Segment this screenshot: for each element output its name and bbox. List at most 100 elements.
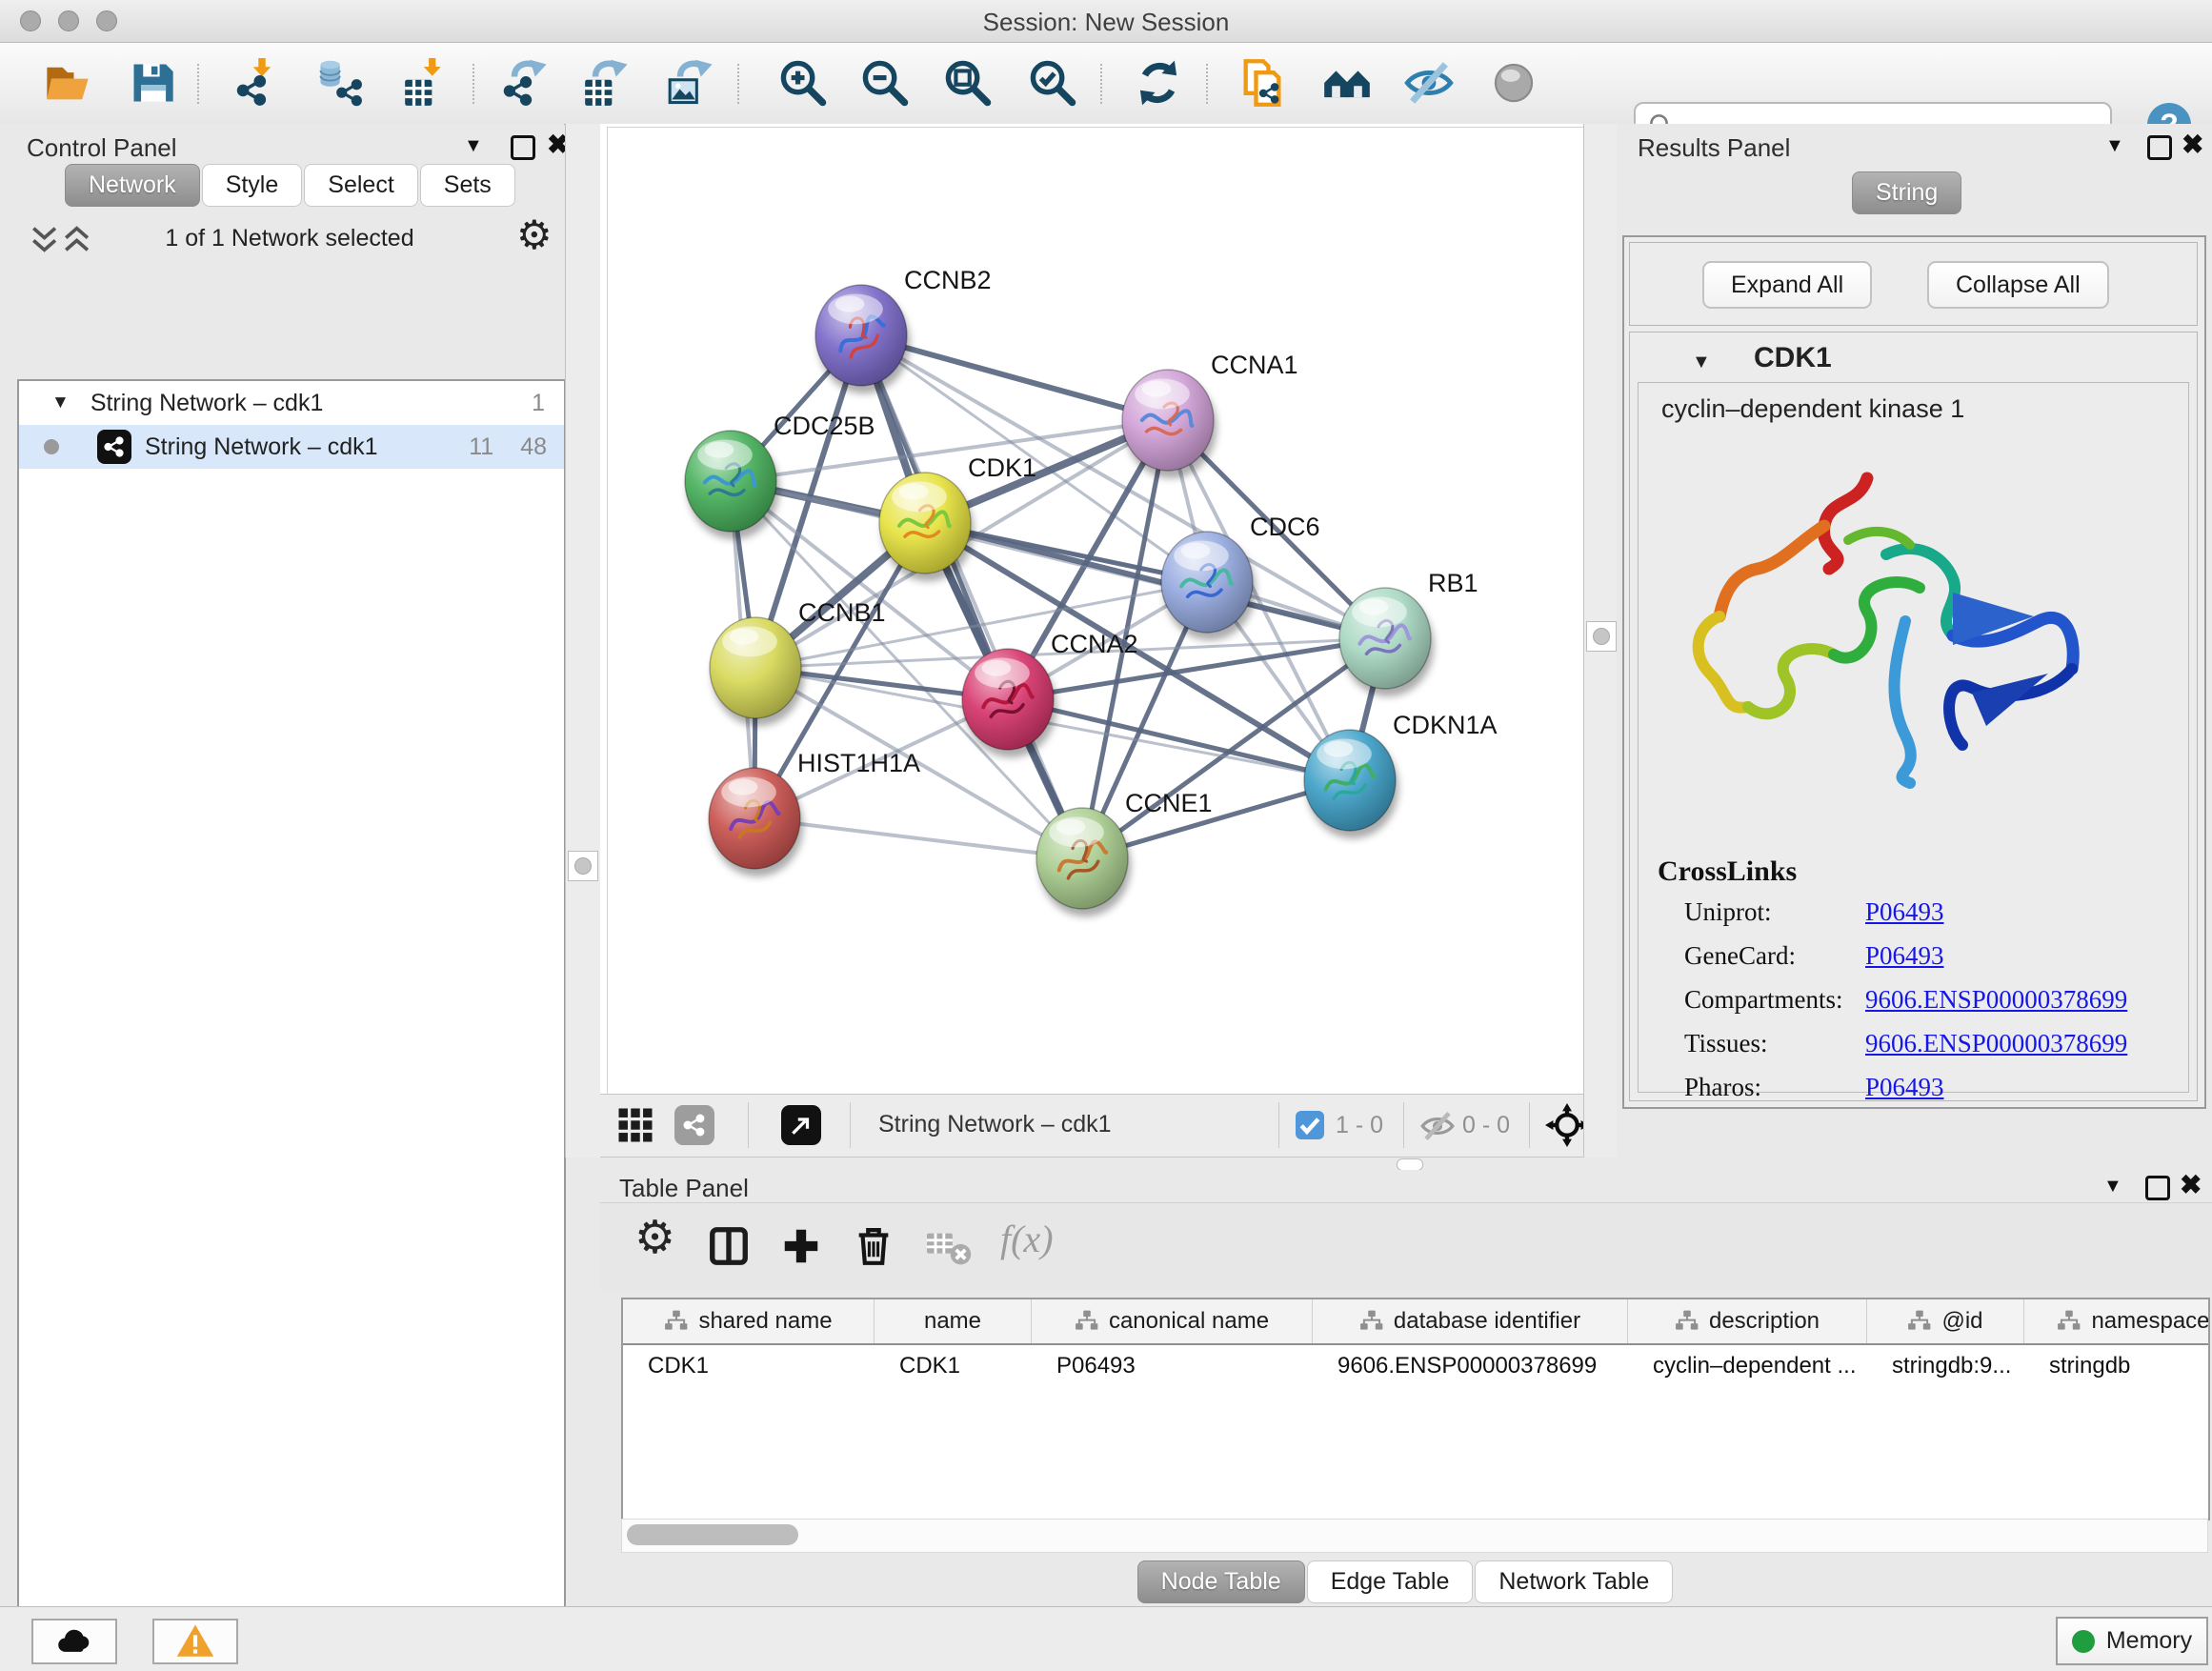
table-panel-float-icon[interactable]: ▼ (2103, 1176, 2122, 1198)
show-columns-icon[interactable] (707, 1224, 751, 1268)
node-table[interactable]: shared namename canonical name database … (621, 1298, 2210, 1520)
results-panel-float-icon[interactable]: ▼ (2105, 135, 2124, 157)
warning-button[interactable] (152, 1619, 238, 1664)
open-session-button[interactable] (43, 58, 92, 108)
column-header-shared-name[interactable]: shared name (623, 1299, 875, 1343)
crosslink-link[interactable]: 9606.ENSP00000378699 (1865, 985, 2127, 1014)
results-panel-maximize-icon[interactable] (2147, 135, 2172, 160)
network-node-CDK1[interactable] (879, 473, 971, 574)
crosslink-link[interactable]: P06493 (1865, 941, 1944, 970)
network-node-CCNA1[interactable] (1122, 370, 1214, 471)
bottom-splitter[interactable] (600, 1158, 2212, 1170)
crosslink-link[interactable]: 9606.ENSP00000378699 (1865, 1029, 2127, 1057)
refresh-button[interactable] (1134, 58, 1183, 108)
home-pair-button[interactable] (1322, 58, 1372, 108)
crosslink-link[interactable]: P06493 (1865, 897, 1944, 926)
function-builder-icon[interactable]: f(x) (1000, 1217, 1054, 1261)
tab-sets[interactable]: Sets (420, 164, 515, 207)
network-canvas[interactable]: CCNB2CCNA1CDC25BCDK1CDC6RB1CCNB1CCNA2CDK… (607, 127, 1585, 1096)
toolbar-separator (737, 64, 739, 104)
network-node-CDC25B[interactable] (685, 431, 776, 532)
share-document-icon (1237, 58, 1287, 108)
gene-collapse-icon[interactable]: ▼ (1692, 352, 1711, 373)
right-splitter-grip[interactable] (1586, 621, 1617, 652)
network-node-HIST1H1A[interactable] (709, 768, 800, 869)
network-node-CDKN1A[interactable] (1304, 730, 1396, 831)
render-detail-button[interactable] (1489, 58, 1538, 108)
column-header-name[interactable]: name (875, 1299, 1032, 1343)
import-network-button[interactable] (235, 58, 285, 108)
right-splitter[interactable] (1583, 124, 1619, 1158)
birdseye-view-icon[interactable] (781, 1105, 821, 1145)
gene-detail-box: cyclin–dependent kinase 1 (1638, 382, 2189, 1093)
network-node-CDC6[interactable] (1161, 532, 1253, 633)
network-collection-row[interactable]: ▼ String Network – cdk1 1 (19, 381, 564, 425)
memory-button[interactable]: Memory (2056, 1617, 2208, 1665)
grid-view-icon[interactable] (615, 1105, 655, 1145)
save-session-button[interactable] (128, 58, 177, 108)
table-panel-close-icon[interactable]: ✖ (2180, 1174, 2202, 1197)
table-row[interactable]: CDK1CDK1P064939606.ENSP00000378699cyclin… (623, 1345, 2208, 1387)
tab-string[interactable]: String (1852, 171, 1961, 214)
export-table-button[interactable] (583, 58, 633, 108)
zoom-in-button[interactable] (778, 58, 828, 108)
network-edge[interactable] (861, 335, 1168, 420)
zoom-fit-button[interactable] (943, 58, 993, 108)
column-type-icon (2057, 1309, 2081, 1334)
column-header-database-identifier[interactable]: database identifier (1313, 1299, 1628, 1343)
network-node-CCNB2[interactable] (815, 285, 907, 386)
export-network-button[interactable] (502, 58, 552, 108)
left-splitter-grip[interactable] (568, 851, 598, 881)
column-header-description[interactable]: description (1628, 1299, 1867, 1343)
zoom-out-button[interactable] (860, 58, 910, 108)
zoom-selected-button[interactable] (1028, 58, 1077, 108)
network-node-CCNB1[interactable] (710, 617, 801, 718)
network-node-CCNA2[interactable] (962, 649, 1054, 750)
network-options-gear-icon[interactable]: ⚙ (516, 211, 553, 258)
delete-table-icon[interactable] (924, 1224, 974, 1268)
hidden-eye-icon[interactable] (1419, 1108, 1456, 1144)
table-toolbar: ⚙ f(x) (600, 1202, 2212, 1291)
left-splitter[interactable] (565, 124, 601, 1158)
cloud-button[interactable] (31, 1619, 117, 1664)
collection-expand-icon[interactable]: ▼ (51, 393, 70, 413)
expand-all-button[interactable]: Expand All (1702, 261, 1872, 309)
collapse-all-button[interactable]: Collapse All (1927, 261, 2109, 309)
network-row[interactable]: String Network – cdk1 11 48 (19, 425, 564, 469)
results-panel-close-icon[interactable]: ✖ (2182, 133, 2203, 156)
import-table-button[interactable] (403, 58, 452, 108)
column-header-namespace[interactable]: namespace (2024, 1299, 2210, 1343)
crosslink-label: Tissues: (1684, 1029, 1865, 1073)
tab-node-table[interactable]: Node Table (1137, 1560, 1305, 1603)
network-node-count: 11 (469, 433, 493, 461)
tab-style[interactable]: Style (202, 164, 303, 207)
delete-column-trash-icon[interactable] (852, 1224, 895, 1268)
network-edge[interactable] (754, 818, 1082, 858)
hide-unhide-button[interactable] (1404, 58, 1454, 108)
network-share-icon[interactable] (674, 1105, 714, 1145)
table-hscrollbar-thumb[interactable] (627, 1524, 798, 1545)
tab-network-table[interactable]: Network Table (1475, 1560, 1673, 1603)
export-image-button[interactable] (668, 58, 717, 108)
add-column-icon[interactable] (779, 1224, 823, 1268)
toolbar-separator (1206, 64, 1208, 104)
table-cell: P06493 (1032, 1345, 1313, 1387)
tab-network[interactable]: Network (65, 164, 200, 207)
network-node-RB1[interactable] (1339, 588, 1431, 689)
zoom-selected-icon (1028, 58, 1077, 108)
control-panel-maximize-icon[interactable] (511, 135, 535, 160)
import-database-icon (315, 58, 365, 108)
control-panel-float-icon[interactable]: ▼ (464, 135, 483, 157)
crosslink-link[interactable]: P06493 (1865, 1073, 1944, 1101)
tab-select[interactable]: Select (304, 164, 417, 207)
selected-checkbox-icon[interactable] (1296, 1111, 1324, 1139)
table-hscrollbar[interactable] (621, 1519, 2208, 1553)
table-panel-maximize-icon[interactable] (2145, 1176, 2170, 1200)
tab-edge-table[interactable]: Edge Table (1307, 1560, 1474, 1603)
import-database-button[interactable] (315, 58, 365, 108)
table-gear-icon[interactable]: ⚙ (634, 1211, 675, 1264)
column-header--id[interactable]: @id (1867, 1299, 2024, 1343)
column-header-canonical-name[interactable]: canonical name (1032, 1299, 1313, 1343)
network-node-CCNE1[interactable] (1036, 808, 1128, 909)
share-document-button[interactable] (1237, 58, 1287, 108)
